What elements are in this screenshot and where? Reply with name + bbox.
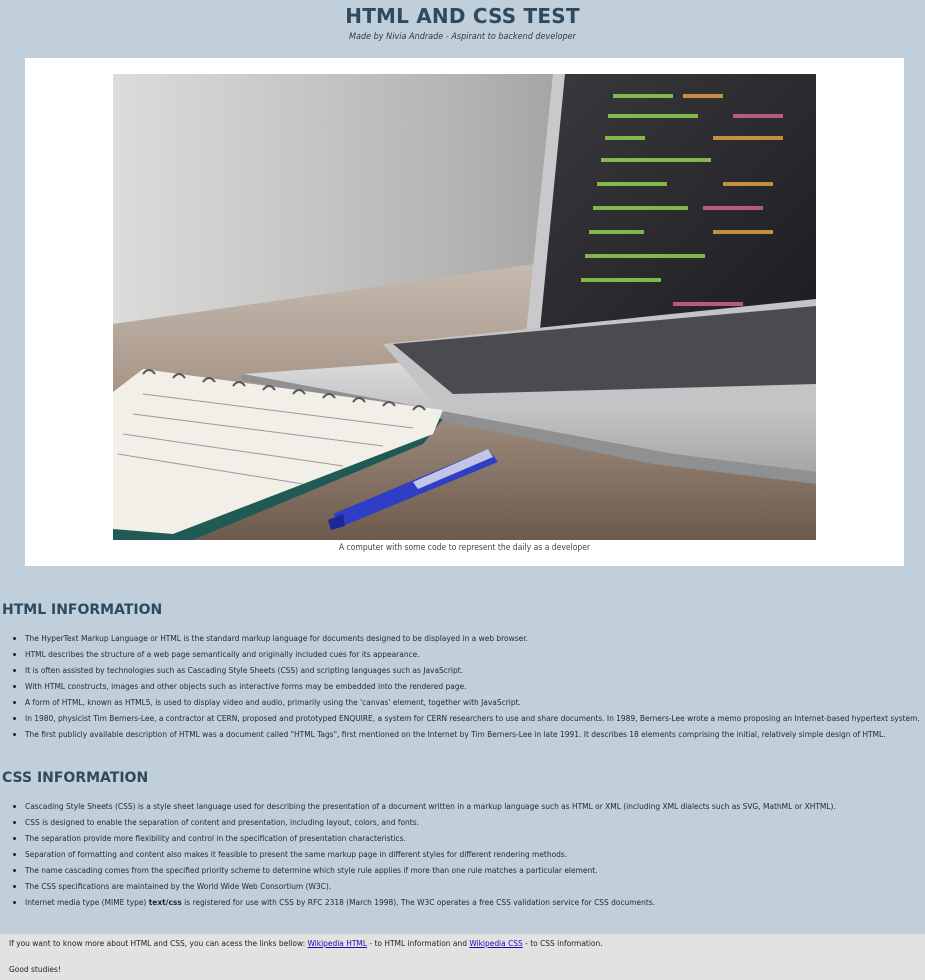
mime-type-code: text/css — [148, 897, 182, 907]
html-section: HTML INFORMATION The HyperText Markup La… — [2, 602, 925, 742]
list-item: Cascading Style Sheets (CSS) is a style … — [25, 798, 925, 814]
css-section: CSS INFORMATION Cascading Style Sheets (… — [2, 770, 925, 910]
list-item: The HyperText Markup Language or HTML is… — [25, 630, 925, 646]
mime-text-post: is registered for use with CSS by RFC 23… — [181, 897, 656, 907]
footer-text-mid: - to HTML information and — [367, 938, 470, 948]
list-item: The separation provide more flexibility … — [25, 830, 925, 846]
list-item: The CSS specifications are maintained by… — [25, 878, 925, 894]
footer: If you want to know more about HTML and … — [0, 934, 925, 980]
footer-closing-text: Good studies! — [9, 964, 61, 974]
list-item: Internet media type (MIME type) text/css… — [25, 894, 925, 910]
list-item: CSS is designed to enable the separation… — [25, 814, 925, 830]
mime-text-pre: Internet media type (MIME type) — [25, 897, 149, 907]
html-info-list: The HyperText Markup Language or HTML is… — [2, 630, 925, 742]
list-item: The first publicly available description… — [25, 726, 925, 742]
list-item: It is often assisted by technologies suc… — [25, 662, 925, 678]
list-item: Separation of formatting and content als… — [25, 846, 925, 862]
list-item: The name cascading comes from the specif… — [25, 862, 925, 878]
css-info-list: Cascading Style Sheets (CSS) is a style … — [2, 798, 925, 910]
laptop-photo — [113, 74, 816, 540]
figure-container: A computer with some code to represent t… — [25, 58, 904, 566]
wikipedia-html-link[interactable]: Wikipedia HTML — [307, 938, 367, 948]
css-section-heading: CSS INFORMATION — [2, 770, 149, 786]
figure-caption: A computer with some code to represent t… — [338, 543, 591, 553]
page-title: HTML AND CSS TEST — [345, 4, 580, 28]
wikipedia-css-link[interactable]: Wikipedia CSS — [469, 938, 522, 948]
html-section-heading: HTML INFORMATION — [2, 602, 163, 618]
footer-text-pre: If you want to know more about HTML and … — [9, 938, 308, 948]
list-item: HTML describes the structure of a web pa… — [25, 646, 925, 662]
footer-text-post: - to CSS information. — [522, 938, 603, 948]
laptop-photo-illustration — [113, 74, 816, 540]
page-subtitle: Made by Nivia Andrade - Aspirant to back… — [349, 32, 576, 42]
list-item: A form of HTML, known as HTML5, is used … — [25, 694, 925, 710]
list-item: In 1980, physicist Tim Berners-Lee, a co… — [25, 710, 925, 726]
footer-links-line: If you want to know more about HTML and … — [0, 938, 603, 948]
list-item: With HTML constructs, images and other o… — [25, 678, 925, 694]
